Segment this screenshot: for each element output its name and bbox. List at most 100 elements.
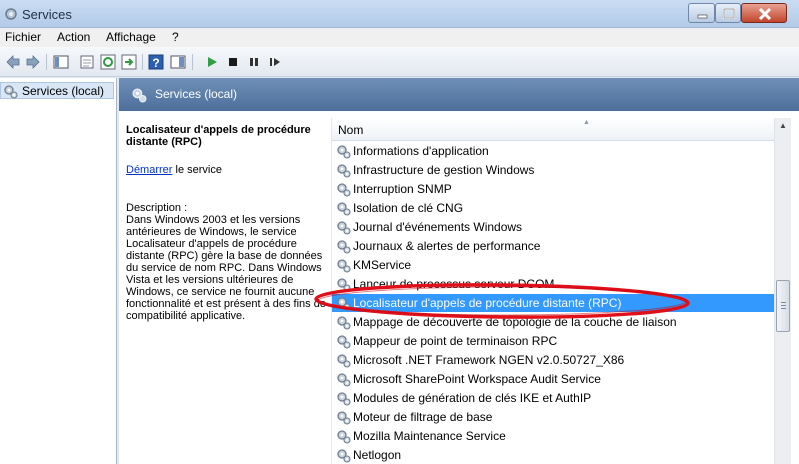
service-name: Netlogon [353,448,402,462]
console-tree-icon[interactable] [52,53,70,71]
service-gear-icon [336,144,351,162]
menu-fichier[interactable]: Fichier [5,30,41,44]
start-service-suffix: le service [172,164,222,176]
gears-icon [4,85,18,99]
service-name: Microsoft .NET Framework NGEN v2.0.50727… [353,353,625,367]
sort-ascending-icon: ▲ [583,119,590,126]
service-name: Mappeur de point de terminaison RPC [353,334,558,348]
show-hide-pane-icon[interactable] [169,53,187,71]
description-title: Description : [126,202,188,214]
vertical-scrollbar[interactable]: ▲ [774,118,791,464]
service-name: Modules de génération de clés IKE et Aut… [353,391,592,405]
service-gear-icon [336,410,351,428]
table-row[interactable]: Modules de génération de clés IKE et Aut… [332,389,775,407]
scroll-up-icon[interactable]: ▲ [775,118,791,134]
start-service-link[interactable]: Démarrer [126,164,172,176]
maximize-icon [723,8,735,19]
window-title: Services [22,7,72,22]
tree-item-services-local[interactable]: Services (local) [0,82,114,99]
table-row[interactable]: Mappage de découverte de topologie de la… [332,313,775,331]
service-name: Lanceur de processus serveur DCOM [353,277,555,291]
menu-bar: Fichier Action Affichage ? [0,28,799,47]
table-row[interactable]: Mappeur de point de terminaison RPC [332,332,775,350]
stop-service-icon[interactable] [224,53,242,71]
console-tree: Services (local) [0,78,117,464]
service-gear-icon [336,239,351,257]
toolbar-separator [192,54,193,70]
toolbar: ? [0,47,799,77]
toolbar-separator [142,54,143,70]
services-header: Services (local) [119,78,799,111]
service-gear-icon [336,334,351,352]
column-header-name[interactable]: Nom ▲ [332,118,775,141]
service-gear-icon [336,448,351,464]
table-row[interactable]: Mozilla Maintenance Service [332,427,775,445]
header-title: Services (local) [155,87,238,101]
selected-service-name: Localisateur d'appels de procédure dista… [126,124,311,148]
table-row-selected[interactable]: Localisateur d'appels de procédure dista… [332,294,775,312]
refresh-icon[interactable] [99,53,117,71]
services-app-icon [5,8,17,20]
table-row[interactable]: Journaux & alertes de performance [332,237,775,255]
service-name: Informations d'application [353,144,489,158]
service-gear-icon [336,391,351,409]
table-row[interactable]: Informations d'application [332,142,775,160]
table-row[interactable]: Microsoft SharePoint Workspace Audit Ser… [332,370,775,388]
maximize-button[interactable] [715,3,741,23]
service-gear-icon [336,182,351,200]
service-gear-icon [336,220,351,238]
table-row[interactable]: Journal d'événements Windows [332,218,775,236]
column-header-label: Nom [338,123,364,137]
start-service-line: Démarrer le service [126,164,326,176]
service-name: Moteur de filtrage de base [353,410,493,424]
table-row[interactable]: Moteur de filtrage de base [332,408,775,426]
svg-text:?: ? [152,56,159,70]
service-name: Infrastructure de gestion Windows [353,163,535,177]
service-gear-icon [336,372,351,390]
service-details-pane: Localisateur d'appels de procédure dista… [126,124,326,322]
minimize-icon [697,14,708,19]
start-service-icon[interactable] [203,53,221,71]
service-name: Interruption SNMP [353,182,452,196]
service-gear-icon [336,296,351,314]
tree-item-label: Services (local) [22,84,105,98]
table-row[interactable]: Netlogon [332,446,775,464]
title-bar: Services [0,0,799,28]
restart-service-icon[interactable] [266,53,284,71]
thumb-grip-icon [781,302,786,309]
table-row[interactable]: Microsoft .NET Framework NGEN v2.0.50727… [332,351,775,369]
back-arrow-icon[interactable] [4,53,22,71]
service-gear-icon [336,163,351,181]
service-name: Microsoft SharePoint Workspace Audit Ser… [353,372,601,386]
service-name: Mozilla Maintenance Service [353,429,506,443]
service-name: KMService [353,258,412,272]
help-icon[interactable]: ? [147,53,165,71]
close-button[interactable] [741,3,787,23]
table-row[interactable]: KMService [332,256,775,274]
scroll-thumb[interactable] [776,280,790,332]
service-name: Journaux & alertes de performance [353,239,541,253]
gears-icon [132,88,147,103]
service-gear-icon [336,315,351,333]
close-icon [758,7,772,21]
table-row[interactable]: Interruption SNMP [332,180,775,198]
toolbar-separator [46,54,47,70]
forward-arrow-icon[interactable] [24,53,42,71]
menu-help[interactable]: ? [172,30,179,44]
export-list-icon[interactable] [120,53,138,71]
service-gear-icon [336,429,351,447]
table-row[interactable]: Isolation de clé CNG [332,199,775,217]
service-gear-icon [336,277,351,295]
menu-affichage[interactable]: Affichage [106,30,156,44]
properties-icon[interactable] [78,53,96,71]
table-row[interactable]: Infrastructure de gestion Windows [332,161,775,179]
minimize-button[interactable] [688,3,715,23]
service-name: Isolation de clé CNG [353,201,464,215]
menu-action[interactable]: Action [57,30,90,44]
service-name: Journal d'événements Windows [353,220,523,234]
service-name: Localisateur d'appels de procédure dista… [353,296,622,310]
table-row[interactable]: Lanceur de processus serveur DCOM [332,275,775,293]
description-text: Dans Windows 2003 et les versions antéri… [126,214,326,322]
pause-service-icon[interactable] [245,53,263,71]
service-gear-icon [336,258,351,276]
